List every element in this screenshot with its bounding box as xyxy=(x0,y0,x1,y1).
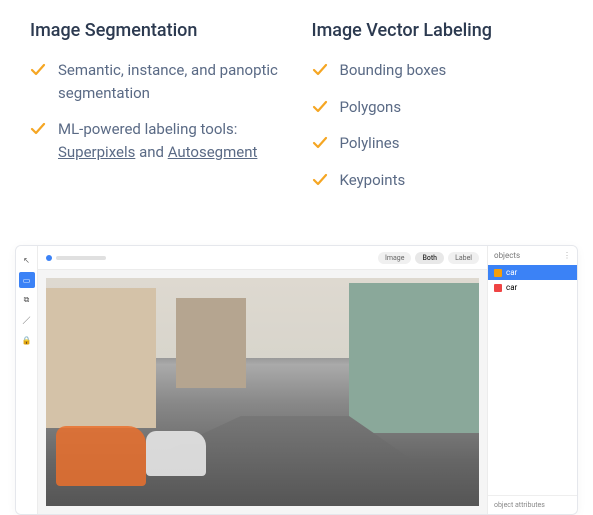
slider-track xyxy=(56,256,106,260)
vector-title: Image Vector Labeling xyxy=(312,20,564,41)
color-swatch-icon xyxy=(494,269,502,277)
panel-header: objects ⋮ xyxy=(488,246,577,265)
tab-image[interactable]: Image xyxy=(378,252,412,264)
object-row-selected[interactable]: car xyxy=(488,265,577,280)
more-icon[interactable]: ⋮ xyxy=(563,251,571,260)
feature-item: ML-powered labeling tools: Superpixels a… xyxy=(30,118,282,163)
slider-thumb-icon xyxy=(46,255,52,261)
color-swatch-icon xyxy=(494,284,502,292)
object-label: car xyxy=(506,283,517,292)
building xyxy=(176,298,246,388)
canvas[interactable] xyxy=(38,270,487,514)
vector-list: Bounding boxes Polygons Polylines Keypoi… xyxy=(312,59,564,191)
object-row[interactable]: car xyxy=(488,280,577,295)
main-canvas-area: Image Both Label xyxy=(38,246,487,514)
check-icon xyxy=(312,135,328,151)
check-icon xyxy=(312,62,328,78)
image-vector-labeling-column: Image Vector Labeling Bounding boxes Pol… xyxy=(312,20,564,205)
feature-item: Bounding boxes xyxy=(312,59,564,82)
feature-item: Semantic, instance, and panoptic segment… xyxy=(30,59,282,104)
feature-text: Keypoints xyxy=(340,169,406,192)
check-icon xyxy=(312,172,328,188)
check-icon xyxy=(30,121,46,137)
feature-item: Polylines xyxy=(312,132,564,155)
car-mask xyxy=(146,431,206,476)
building xyxy=(46,288,156,428)
feature-item: Polygons xyxy=(312,96,564,119)
cursor-tool-icon[interactable]: ↖ xyxy=(19,252,35,268)
line-tool-icon[interactable]: ／ xyxy=(19,312,35,328)
view-tabs: Image Both Label xyxy=(378,252,479,264)
feature-text: Semantic, instance, and panoptic segment… xyxy=(58,59,282,104)
tab-label[interactable]: Label xyxy=(448,252,479,264)
crop-tool-icon[interactable]: ⧉ xyxy=(19,292,35,308)
car-mask-selected xyxy=(56,426,146,486)
lock-tool-icon[interactable]: 🔒 xyxy=(19,332,35,348)
feature-text: ML-powered labeling tools: Superpixels a… xyxy=(58,118,282,163)
labeling-app-screenshot: ↖ ▭ ⧉ ／ 🔒 Image Both Label xyxy=(15,245,578,515)
feature-item: Keypoints xyxy=(312,169,564,192)
rectangle-tool-icon[interactable]: ▭ xyxy=(19,272,35,288)
superpixels-link[interactable]: Superpixels xyxy=(58,143,135,161)
check-icon xyxy=(312,99,328,115)
segmentation-title: Image Segmentation xyxy=(30,20,282,41)
autosegment-link[interactable]: Autosegment xyxy=(168,143,258,161)
building xyxy=(349,283,479,433)
panel-title: objects xyxy=(494,251,520,260)
left-toolbar: ↖ ▭ ⧉ ／ 🔒 xyxy=(16,246,38,514)
segmentation-list: Semantic, instance, and panoptic segment… xyxy=(30,59,282,163)
object-label: car xyxy=(506,268,517,277)
opacity-slider[interactable] xyxy=(46,255,106,261)
panel-section-title: object attributes xyxy=(488,495,577,514)
feature-text: Bounding boxes xyxy=(340,59,447,82)
image-segmentation-column: Image Segmentation Semantic, instance, a… xyxy=(30,20,282,205)
check-icon xyxy=(30,62,46,78)
street-photo xyxy=(46,278,479,506)
feature-text: Polylines xyxy=(340,132,400,155)
tab-both[interactable]: Both xyxy=(415,252,444,264)
top-toolbar: Image Both Label xyxy=(38,246,487,270)
feature-text: Polygons xyxy=(340,96,402,119)
objects-panel: objects ⋮ car car object attributes xyxy=(487,246,577,514)
